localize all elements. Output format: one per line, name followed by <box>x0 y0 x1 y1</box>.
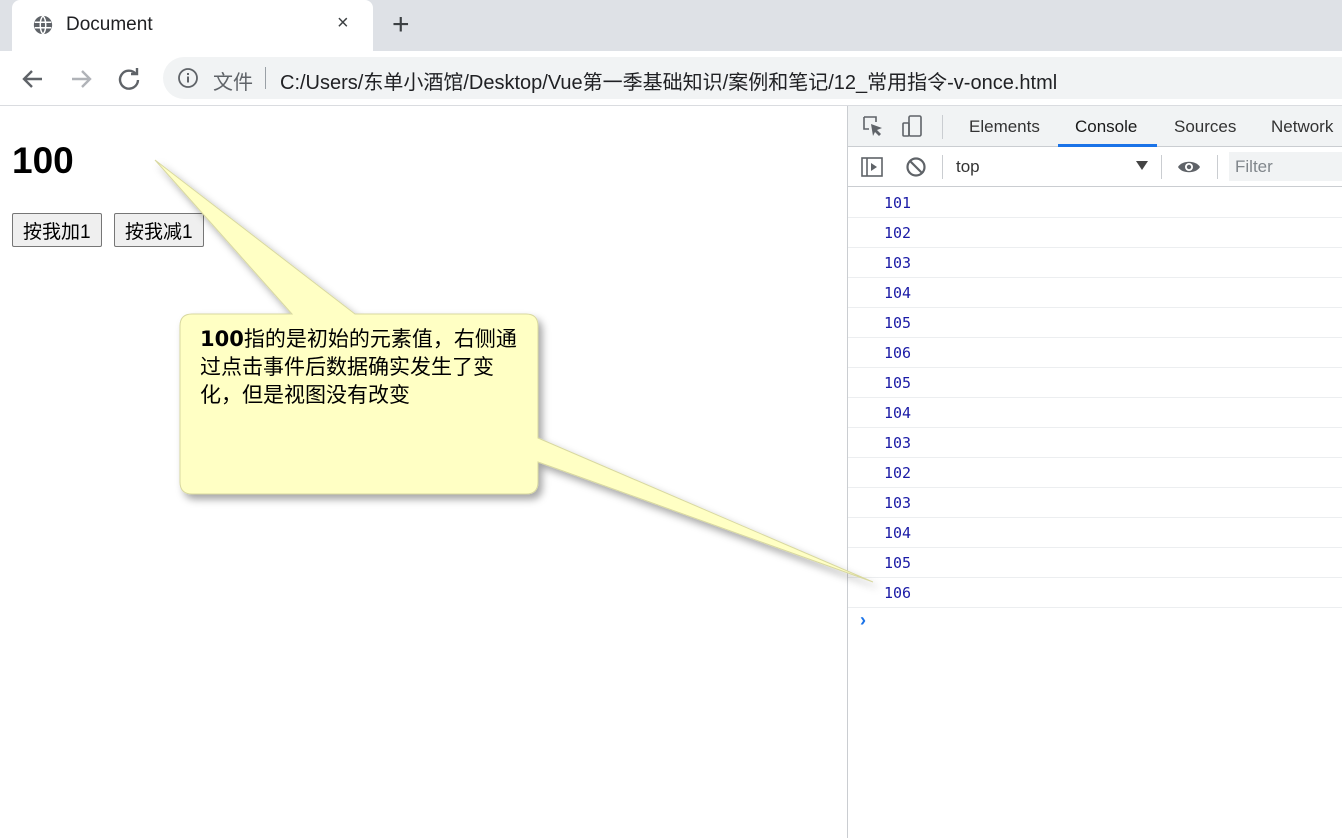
tab-strip: Document × + <box>0 0 1342 51</box>
console-divider-3 <box>1217 155 1218 179</box>
device-toolbar-icon[interactable] <box>900 114 924 138</box>
console-log-row: 105 <box>848 548 1342 578</box>
filter-input[interactable]: Filter <box>1229 152 1342 181</box>
console-log-row: 104 <box>848 278 1342 308</box>
console-prompt[interactable]: › <box>860 610 866 631</box>
console-log-row: 101 <box>848 188 1342 218</box>
callout-text: 100指的是初始的元素值，右侧通过点击事件后数据确实发生了变化，但是视图没有改变 <box>200 325 520 409</box>
browser-tab[interactable]: Document × <box>12 0 373 51</box>
console-log-row: 104 <box>848 398 1342 428</box>
devtools-tabbar: Elements Console Sources Network <box>848 106 1342 147</box>
eye-icon[interactable] <box>1177 155 1201 179</box>
tab-console[interactable]: Console <box>1075 117 1137 137</box>
increment-button[interactable]: 按我加1 <box>12 213 102 247</box>
console-output: 101 102 103 104 105 106 105 104 103 102 103 104 105 1… <box>848 188 1342 608</box>
console-log-row: 105 <box>848 368 1342 398</box>
decrement-button[interactable]: 按我减1 <box>114 213 204 247</box>
console-divider <box>942 155 943 179</box>
console-log-row: 102 <box>848 218 1342 248</box>
info-icon[interactable] <box>177 67 199 89</box>
browser-toolbar: 文件 C:/Users/东单小酒馆/Desktop/Vue第一季基础知识/案例和… <box>0 51 1342 106</box>
address-separator <box>265 67 266 89</box>
dropdown-arrow-icon[interactable] <box>1136 161 1148 170</box>
console-log-row: 102 <box>848 458 1342 488</box>
globe-icon <box>33 15 53 35</box>
callout-body: 指的是初始的元素值，右侧通过点击事件后数据确实发生了变化，但是视图没有改变 <box>200 327 517 407</box>
url-text[interactable]: C:/Users/东单小酒馆/Desktop/Vue第一季基础知识/案例和笔记/… <box>280 66 1057 95</box>
sidebar-toggle-icon[interactable] <box>860 155 884 179</box>
console-log-row: 104 <box>848 518 1342 548</box>
inspect-element-icon[interactable] <box>861 114 885 138</box>
file-chip: 文件 <box>213 72 253 94</box>
console-toolbar: top Filter <box>848 147 1342 187</box>
devtools-panel: Elements Console Sources Network top Fil… <box>847 106 1342 838</box>
tab-title: Document <box>66 14 153 35</box>
console-log-row: 103 <box>848 248 1342 278</box>
clear-console-icon[interactable] <box>904 155 928 179</box>
toolbar-divider <box>942 115 943 139</box>
tab-network[interactable]: Network <box>1271 117 1333 137</box>
address-bar[interactable]: 文件 C:/Users/东单小酒馆/Desktop/Vue第一季基础知识/案例和… <box>163 57 1342 99</box>
tab-sources[interactable]: Sources <box>1174 117 1236 137</box>
console-log-row: 103 <box>848 488 1342 518</box>
reload-icon[interactable] <box>113 63 145 95</box>
context-selector[interactable]: top <box>956 157 980 177</box>
back-arrow-icon[interactable] <box>17 63 49 95</box>
tab-elements[interactable]: Elements <box>969 117 1040 137</box>
new-tab-button[interactable]: + <box>392 8 410 42</box>
close-tab-icon[interactable]: × <box>337 12 349 35</box>
console-log-row: 106 <box>848 578 1342 608</box>
forward-arrow-icon[interactable] <box>65 63 97 95</box>
console-log-row: 106 <box>848 338 1342 368</box>
console-log-row: 103 <box>848 428 1342 458</box>
console-divider-2 <box>1161 155 1162 179</box>
page-viewport: 100 按我加1 按我减1 <box>0 106 847 838</box>
counter-heading: 100 <box>12 140 74 181</box>
console-log-row: 105 <box>848 308 1342 338</box>
callout-lead: 100 <box>200 327 244 351</box>
